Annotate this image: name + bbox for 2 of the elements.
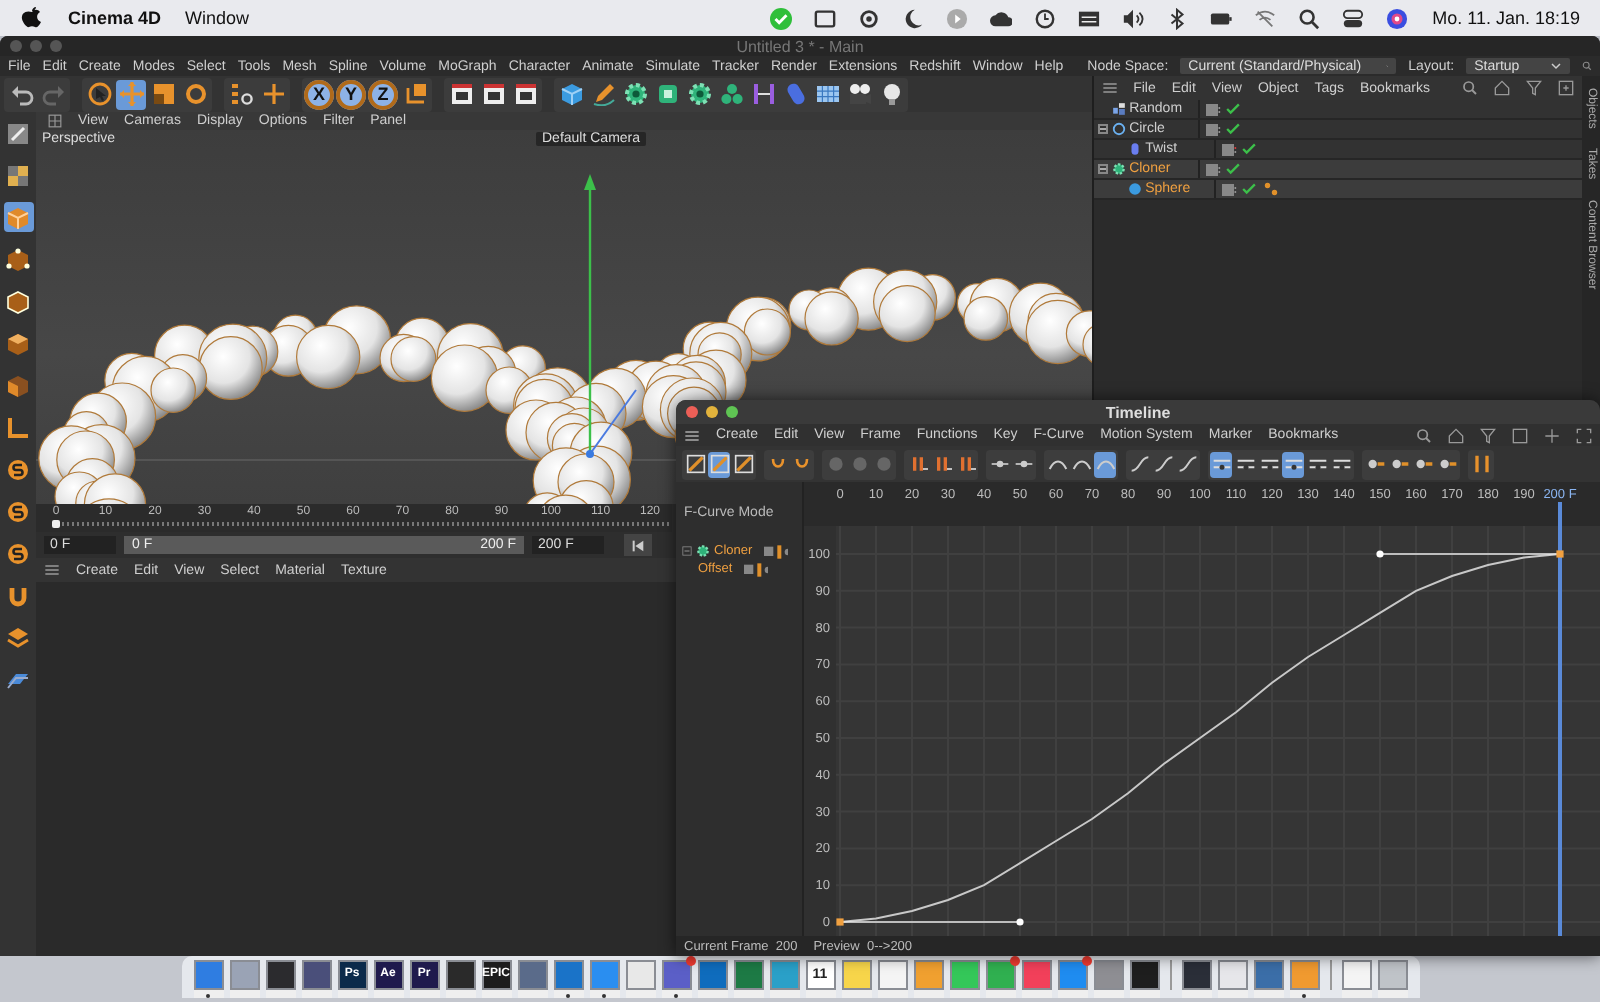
window-title: Untitled 3 * - Main xyxy=(736,37,864,55)
window-title: Timeline xyxy=(1105,403,1171,421)
